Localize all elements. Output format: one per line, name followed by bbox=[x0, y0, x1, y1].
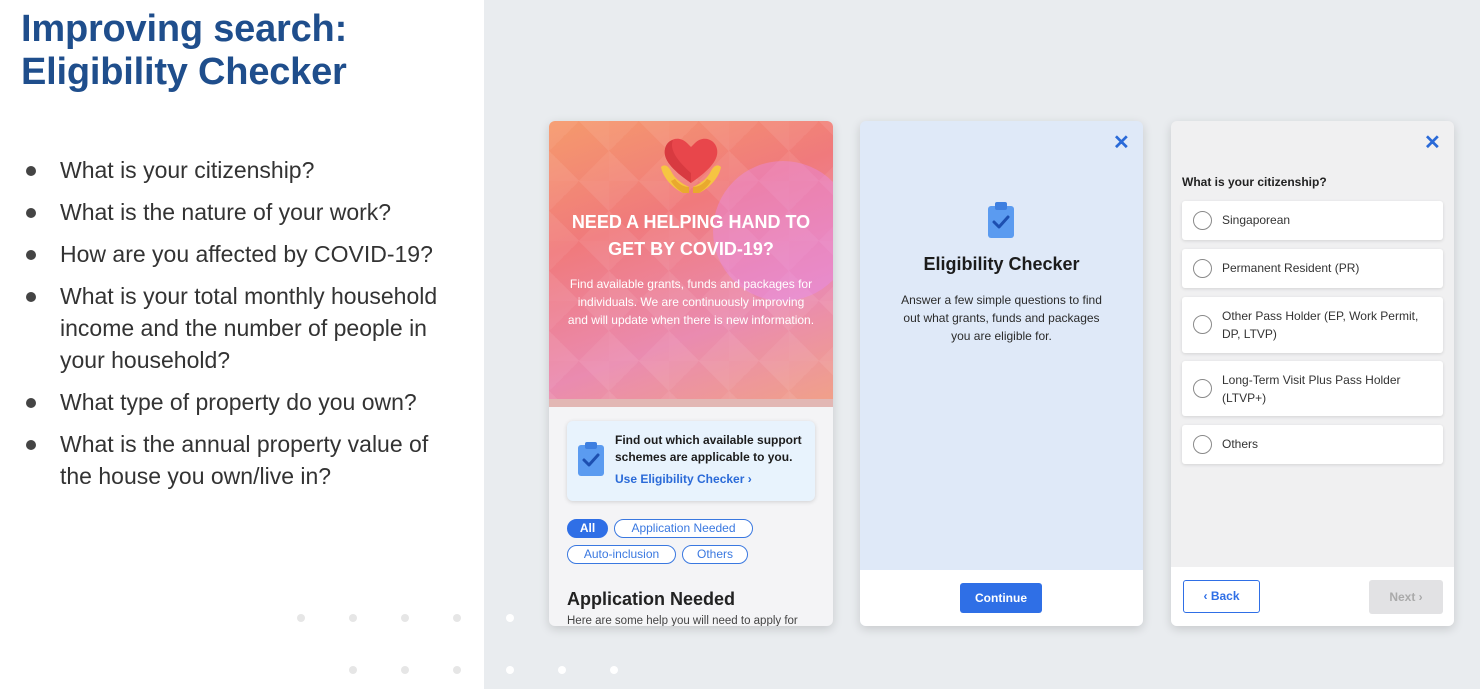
citizenship-question-screen: ✕ What is your citizenship? Singaporean … bbox=[1171, 121, 1454, 626]
chip-auto-inclusion[interactable]: Auto-inclusion bbox=[567, 545, 676, 564]
option-others[interactable]: Others bbox=[1182, 425, 1443, 464]
next-label: Next bbox=[1389, 590, 1416, 604]
question-text: How are you affected by COVID-19? bbox=[60, 241, 433, 267]
radio-button[interactable] bbox=[1193, 435, 1212, 454]
slide-title: Improving search: Eligibility Checker bbox=[21, 8, 347, 94]
question-text: What is the nature of your work? bbox=[60, 199, 392, 225]
option-label: Permanent Resident (PR) bbox=[1222, 261, 1360, 275]
radio-button[interactable] bbox=[1193, 315, 1212, 334]
question-item: How are you affected by COVID-19? bbox=[24, 238, 444, 270]
eligibility-title: Eligibility Checker bbox=[923, 254, 1080, 274]
landing-screen: NEED A HELPING HAND TO GET BY COVID-19? … bbox=[549, 121, 833, 626]
close-icon[interactable]: ✕ bbox=[1113, 133, 1130, 153]
option-singaporean[interactable]: Singaporean bbox=[1182, 201, 1443, 240]
bullet-icon bbox=[26, 292, 36, 302]
eligibility-checker-link[interactable]: Use Eligibility Checker › bbox=[615, 472, 752, 486]
option-permanent-resident[interactable]: Permanent Resident (PR) bbox=[1182, 249, 1443, 288]
back-label: Back bbox=[1210, 589, 1240, 603]
chevron-right-icon: › bbox=[1418, 590, 1423, 604]
chip-all[interactable]: All bbox=[567, 519, 608, 538]
slide-title-line1: Improving search: bbox=[21, 8, 348, 50]
bullet-icon bbox=[26, 208, 36, 218]
bullet-icon bbox=[26, 250, 36, 260]
decorative-dot bbox=[401, 614, 409, 622]
decorative-dot bbox=[349, 666, 357, 674]
question-label: What is your citizenship? bbox=[1182, 175, 1327, 189]
option-label: Long-Term Visit Plus Pass Holder (LTVP+) bbox=[1222, 373, 1401, 405]
bullet-icon bbox=[26, 440, 36, 450]
hero-title: NEED A HELPING HAND TO GET BY COVID-19? bbox=[571, 212, 811, 259]
decorative-dot bbox=[506, 666, 514, 674]
eligibility-card[interactable]: Find out which available support schemes… bbox=[567, 421, 815, 501]
decorative-dot bbox=[453, 666, 461, 674]
decorative-dot bbox=[506, 614, 514, 622]
continue-button[interactable]: Continue bbox=[960, 583, 1042, 613]
heart-hands-icon bbox=[657, 133, 725, 199]
question-text: What is your total monthly household inc… bbox=[60, 283, 438, 373]
decorative-dot bbox=[297, 614, 305, 622]
close-icon[interactable]: ✕ bbox=[1424, 133, 1441, 153]
radio-button[interactable] bbox=[1193, 211, 1212, 230]
radio-button[interactable] bbox=[1193, 259, 1212, 278]
chevron-left-icon: ‹ bbox=[1203, 589, 1208, 603]
chip-application-needed[interactable]: Application Needed bbox=[614, 519, 753, 538]
decorative-dot bbox=[453, 614, 461, 622]
section-title: Application Needed bbox=[567, 589, 736, 609]
slide-text-panel: Improving search: Eligibility Checker Wh… bbox=[0, 0, 484, 689]
back-button[interactable]: ‹ Back bbox=[1183, 580, 1260, 613]
radio-button[interactable] bbox=[1193, 379, 1212, 398]
question-item: What is the annual property value of the… bbox=[24, 428, 444, 492]
question-item: What type of property do you own? bbox=[24, 386, 444, 418]
question-item: What is the nature of your work? bbox=[24, 196, 444, 228]
bullet-icon bbox=[26, 166, 36, 176]
chevron-right-icon: › bbox=[747, 472, 752, 486]
question-item: What is your total monthly household inc… bbox=[24, 280, 444, 376]
slide-title-line2: Eligibility Checker bbox=[21, 51, 347, 93]
decorative-dot bbox=[610, 666, 618, 674]
hero-description: Find available grants, funds and package… bbox=[567, 277, 815, 327]
option-label: Others bbox=[1222, 437, 1259, 451]
option-label: Other Pass Holder (EP, Work Permit, DP, … bbox=[1222, 309, 1419, 341]
option-other-pass-holder[interactable]: Other Pass Holder (EP, Work Permit, DP, … bbox=[1182, 297, 1443, 353]
question-item: What is your citizenship? bbox=[24, 154, 444, 186]
intro-footer: Continue bbox=[860, 570, 1143, 626]
section-subtitle: Here are some help you will need to appl… bbox=[567, 615, 798, 626]
option-ltvp-plus[interactable]: Long-Term Visit Plus Pass Holder (LTVP+) bbox=[1182, 361, 1443, 416]
question-footer: ‹ Back Next › bbox=[1171, 567, 1454, 626]
next-button[interactable]: Next › bbox=[1369, 580, 1443, 614]
hero-divider bbox=[549, 399, 833, 407]
question-text: What is your citizenship? bbox=[60, 157, 315, 183]
eligibility-intro-screen: ✕ Eligibility Checker Answer a few simpl… bbox=[860, 121, 1143, 626]
decorative-dot bbox=[558, 666, 566, 674]
eligibility-link-label: Use Eligibility Checker bbox=[615, 472, 745, 486]
decorative-dot bbox=[349, 614, 357, 622]
question-text: What is the annual property value of the… bbox=[60, 431, 429, 489]
clipboard-check-icon bbox=[987, 201, 1015, 244]
option-label: Singaporean bbox=[1222, 213, 1291, 227]
bullet-icon bbox=[26, 398, 36, 408]
chip-others[interactable]: Others bbox=[682, 545, 748, 564]
question-text: What type of property do you own? bbox=[60, 389, 417, 415]
eligibility-description: Answer a few simple questions to find ou… bbox=[901, 293, 1102, 343]
decorative-dot bbox=[401, 666, 409, 674]
question-list: What is your citizenship? What is the na… bbox=[24, 154, 444, 502]
hero-banner: NEED A HELPING HAND TO GET BY COVID-19? … bbox=[549, 121, 833, 399]
eligibility-card-text: Find out which available support schemes… bbox=[615, 433, 802, 464]
clipboard-check-icon bbox=[577, 441, 605, 482]
